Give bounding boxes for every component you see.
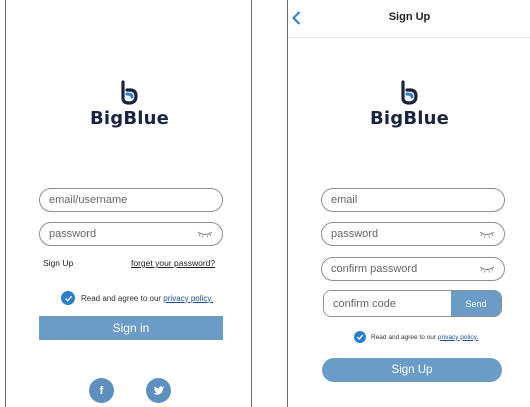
checkmark-circle-icon[interactable]: [354, 331, 366, 343]
page-title: Sign Up: [388, 11, 431, 23]
forget-password-text[interactable]: forget your password?: [131, 258, 215, 268]
password-input[interactable]: [331, 228, 479, 240]
sign-in-button[interactable]: Sign in: [39, 316, 223, 340]
app-logo: BigBlue: [288, 80, 530, 129]
send-code-button[interactable]: Send: [451, 291, 501, 316]
logo-text: BigBlue: [369, 108, 450, 129]
twitter-bird-icon: [152, 385, 164, 395]
privacy-policy-link[interactable]: privacy policy.: [438, 334, 478, 341]
password-input[interactable]: [49, 228, 197, 240]
signup-header: Sign Up: [288, 0, 530, 38]
facebook-icon: f: [99, 384, 104, 397]
hidden-eye-icon[interactable]: [197, 230, 213, 238]
hidden-eye-icon[interactable]: [479, 230, 495, 238]
app-logo: BigBlue: [6, 80, 251, 129]
confirm-code-input[interactable]: [324, 291, 451, 316]
password-field[interactable]: [39, 222, 223, 246]
password-field[interactable]: [321, 222, 505, 246]
signup-screen: Sign Up BigBlue Send Read and agree to: [287, 0, 530, 407]
sign-up-button[interactable]: Sign Up: [322, 358, 502, 382]
email-username-field[interactable]: [39, 188, 223, 212]
login-screen: BigBlue Sign Up forget your password? Re…: [5, 0, 252, 407]
bigblue-logo-icon: [400, 80, 418, 105]
email-input[interactable]: [331, 194, 504, 206]
confirm-password-field[interactable]: [321, 257, 505, 281]
checkmark-circle-icon[interactable]: [61, 291, 75, 305]
bigblue-logo-icon: [120, 80, 138, 105]
confirm-password-input[interactable]: [331, 263, 479, 275]
agree-row: Read and agree to our privacy policy.: [61, 291, 213, 305]
sign-up-link[interactable]: Sign Up: [43, 258, 73, 268]
email-username-input[interactable]: [49, 194, 222, 206]
agree-row: Read and agree to our privacy policy.: [354, 331, 478, 343]
hidden-eye-icon[interactable]: [479, 265, 495, 273]
forget-password-link[interactable]: forget your password?: [131, 258, 215, 268]
facebook-button[interactable]: f: [89, 378, 114, 403]
logo-text: BigBlue: [89, 108, 170, 129]
privacy-policy-link[interactable]: privacy policy.: [163, 294, 213, 303]
email-field[interactable]: [321, 188, 505, 212]
agree-text: Read and agree to our: [81, 293, 162, 303]
confirm-code-row: Send: [323, 290, 502, 317]
twitter-button[interactable]: [146, 378, 171, 403]
agree-text: Read and agree to our: [371, 333, 437, 341]
